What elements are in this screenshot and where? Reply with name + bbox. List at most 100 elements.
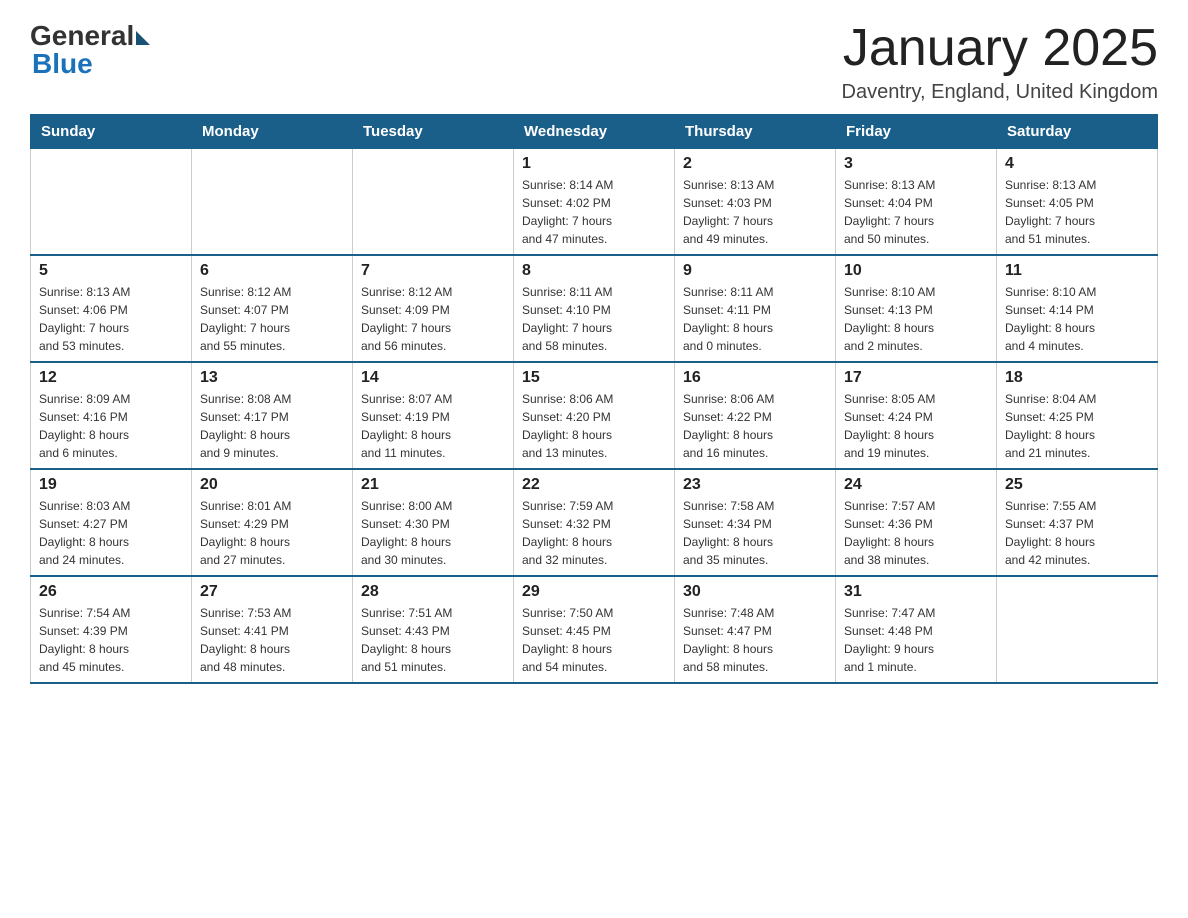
day-info: Sunrise: 8:05 AMSunset: 4:24 PMDaylight:… [844, 390, 988, 462]
day-number: 7 [361, 262, 505, 280]
week-row-5: 26Sunrise: 7:54 AMSunset: 4:39 PMDayligh… [31, 576, 1158, 683]
day-number: 28 [361, 583, 505, 601]
day-cell [997, 576, 1158, 683]
day-number: 26 [39, 583, 183, 601]
column-header-tuesday: Tuesday [353, 115, 514, 149]
column-header-thursday: Thursday [675, 115, 836, 149]
day-info: Sunrise: 8:14 AMSunset: 4:02 PMDaylight:… [522, 176, 666, 248]
column-header-friday: Friday [836, 115, 997, 149]
title-area: January 2025 Daventry, England, United K… [842, 20, 1158, 104]
day-cell: 3 Sunrise: 8:13 AMSunset: 4:04 PMDaylight… [836, 149, 997, 256]
day-cell: 31 Sunrise: 7:47 AMSunset: 4:48 PMDayligh… [836, 576, 997, 683]
day-info: Sunrise: 8:13 AMSunset: 4:05 PMDaylight:… [1005, 176, 1149, 248]
day-cell: 29 Sunrise: 7:50 AMSunset: 4:45 PMDayligh… [514, 576, 675, 683]
day-info: Sunrise: 8:11 AMSunset: 4:11 PMDaylight:… [683, 283, 827, 355]
day-cell: 2 Sunrise: 8:13 AMSunset: 4:03 PMDaylight… [675, 149, 836, 256]
day-number: 5 [39, 262, 183, 280]
calendar-header-row: SundayMondayTuesdayWednesdayThursdayFrid… [31, 115, 1158, 149]
day-number: 19 [39, 476, 183, 494]
day-info: Sunrise: 8:13 AMSunset: 4:04 PMDaylight:… [844, 176, 988, 248]
day-info: Sunrise: 8:07 AMSunset: 4:19 PMDaylight:… [361, 390, 505, 462]
day-cell: 28 Sunrise: 7:51 AMSunset: 4:43 PMDayligh… [353, 576, 514, 683]
day-info: Sunrise: 8:13 AMSunset: 4:03 PMDaylight:… [683, 176, 827, 248]
day-number: 21 [361, 476, 505, 494]
day-cell [31, 149, 192, 256]
day-info: Sunrise: 8:03 AMSunset: 4:27 PMDaylight:… [39, 497, 183, 569]
day-info: Sunrise: 7:47 AMSunset: 4:48 PMDaylight:… [844, 604, 988, 676]
day-cell: 24 Sunrise: 7:57 AMSunset: 4:36 PMDayligh… [836, 469, 997, 576]
day-number: 1 [522, 155, 666, 173]
day-info: Sunrise: 7:51 AMSunset: 4:43 PMDaylight:… [361, 604, 505, 676]
day-info: Sunrise: 7:58 AMSunset: 4:34 PMDaylight:… [683, 497, 827, 569]
day-cell: 13 Sunrise: 8:08 AMSunset: 4:17 PMDayligh… [192, 362, 353, 469]
day-number: 12 [39, 369, 183, 387]
day-info: Sunrise: 8:11 AMSunset: 4:10 PMDaylight:… [522, 283, 666, 355]
day-number: 15 [522, 369, 666, 387]
column-header-sunday: Sunday [31, 115, 192, 149]
day-number: 23 [683, 476, 827, 494]
calendar-table: SundayMondayTuesdayWednesdayThursdayFrid… [30, 114, 1158, 684]
day-info: Sunrise: 8:09 AMSunset: 4:16 PMDaylight:… [39, 390, 183, 462]
day-cell: 14 Sunrise: 8:07 AMSunset: 4:19 PMDayligh… [353, 362, 514, 469]
day-cell: 4 Sunrise: 8:13 AMSunset: 4:05 PMDaylight… [997, 149, 1158, 256]
day-number: 24 [844, 476, 988, 494]
day-number: 3 [844, 155, 988, 173]
day-cell: 7 Sunrise: 8:12 AMSunset: 4:09 PMDaylight… [353, 255, 514, 362]
day-number: 22 [522, 476, 666, 494]
day-cell: 6Sunrise: 8:12 AMSunset: 4:07 PMDaylight… [192, 255, 353, 362]
day-info: Sunrise: 7:57 AMSunset: 4:36 PMDaylight:… [844, 497, 988, 569]
day-cell: 10 Sunrise: 8:10 AMSunset: 4:13 PMDayligh… [836, 255, 997, 362]
day-number: 16 [683, 369, 827, 387]
column-header-saturday: Saturday [997, 115, 1158, 149]
day-number: 30 [683, 583, 827, 601]
day-info: Sunrise: 8:01 AMSunset: 4:29 PMDaylight:… [200, 497, 344, 569]
day-number: 11 [1005, 262, 1149, 280]
day-number: 27 [200, 583, 344, 601]
day-number: 9 [683, 262, 827, 280]
day-info: Sunrise: 8:10 AMSunset: 4:13 PMDaylight:… [844, 283, 988, 355]
day-number: 8 [522, 262, 666, 280]
column-header-monday: Monday [192, 115, 353, 149]
day-cell: 25 Sunrise: 7:55 AMSunset: 4:37 PMDayligh… [997, 469, 1158, 576]
day-info: Sunrise: 7:53 AMSunset: 4:41 PMDaylight:… [200, 604, 344, 676]
day-cell: 19 Sunrise: 8:03 AMSunset: 4:27 PMDayligh… [31, 469, 192, 576]
header: General Blue January 2025 Daventry, Engl… [30, 20, 1158, 104]
day-cell [353, 149, 514, 256]
day-info: Sunrise: 8:12 AMSunset: 4:09 PMDaylight:… [361, 283, 505, 355]
day-cell: 20 Sunrise: 8:01 AMSunset: 4:29 PMDayligh… [192, 469, 353, 576]
day-cell: 18Sunrise: 8:04 AMSunset: 4:25 PMDayligh… [997, 362, 1158, 469]
day-cell: 16 Sunrise: 8:06 AMSunset: 4:22 PMDayligh… [675, 362, 836, 469]
day-cell: 26Sunrise: 7:54 AMSunset: 4:39 PMDayligh… [31, 576, 192, 683]
day-number: 20 [200, 476, 344, 494]
day-cell: 11Sunrise: 8:10 AMSunset: 4:14 PMDayligh… [997, 255, 1158, 362]
day-number: 31 [844, 583, 988, 601]
day-cell: 1 Sunrise: 8:14 AMSunset: 4:02 PMDaylight… [514, 149, 675, 256]
day-number: 25 [1005, 476, 1149, 494]
day-info: Sunrise: 7:55 AMSunset: 4:37 PMDaylight:… [1005, 497, 1149, 569]
week-row-1: 1 Sunrise: 8:14 AMSunset: 4:02 PMDaylight… [31, 149, 1158, 256]
day-cell: 21 Sunrise: 8:00 AMSunset: 4:30 PMDayligh… [353, 469, 514, 576]
day-info: Sunrise: 8:00 AMSunset: 4:30 PMDaylight:… [361, 497, 505, 569]
day-number: 29 [522, 583, 666, 601]
day-info: Sunrise: 7:48 AMSunset: 4:47 PMDaylight:… [683, 604, 827, 676]
day-info: Sunrise: 7:50 AMSunset: 4:45 PMDaylight:… [522, 604, 666, 676]
day-number: 10 [844, 262, 988, 280]
day-info: Sunrise: 8:08 AMSunset: 4:17 PMDaylight:… [200, 390, 344, 462]
day-number: 14 [361, 369, 505, 387]
day-cell: 12 Sunrise: 8:09 AMSunset: 4:16 PMDayligh… [31, 362, 192, 469]
day-number: 2 [683, 155, 827, 173]
day-number: 13 [200, 369, 344, 387]
day-cell: 17Sunrise: 8:05 AMSunset: 4:24 PMDayligh… [836, 362, 997, 469]
column-header-wednesday: Wednesday [514, 115, 675, 149]
day-info: Sunrise: 8:06 AMSunset: 4:22 PMDaylight:… [683, 390, 827, 462]
calendar-subtitle: Daventry, England, United Kingdom [842, 81, 1158, 104]
day-number: 4 [1005, 155, 1149, 173]
logo-area: General Blue [30, 20, 150, 80]
day-cell: 30 Sunrise: 7:48 AMSunset: 4:47 PMDayligh… [675, 576, 836, 683]
day-cell: 23 Sunrise: 7:58 AMSunset: 4:34 PMDayligh… [675, 469, 836, 576]
calendar-title: January 2025 [842, 20, 1158, 77]
day-cell: 9 Sunrise: 8:11 AMSunset: 4:11 PMDaylight… [675, 255, 836, 362]
day-cell: 5Sunrise: 8:13 AMSunset: 4:06 PMDaylight… [31, 255, 192, 362]
day-cell: 15Sunrise: 8:06 AMSunset: 4:20 PMDayligh… [514, 362, 675, 469]
day-cell: 22Sunrise: 7:59 AMSunset: 4:32 PMDayligh… [514, 469, 675, 576]
